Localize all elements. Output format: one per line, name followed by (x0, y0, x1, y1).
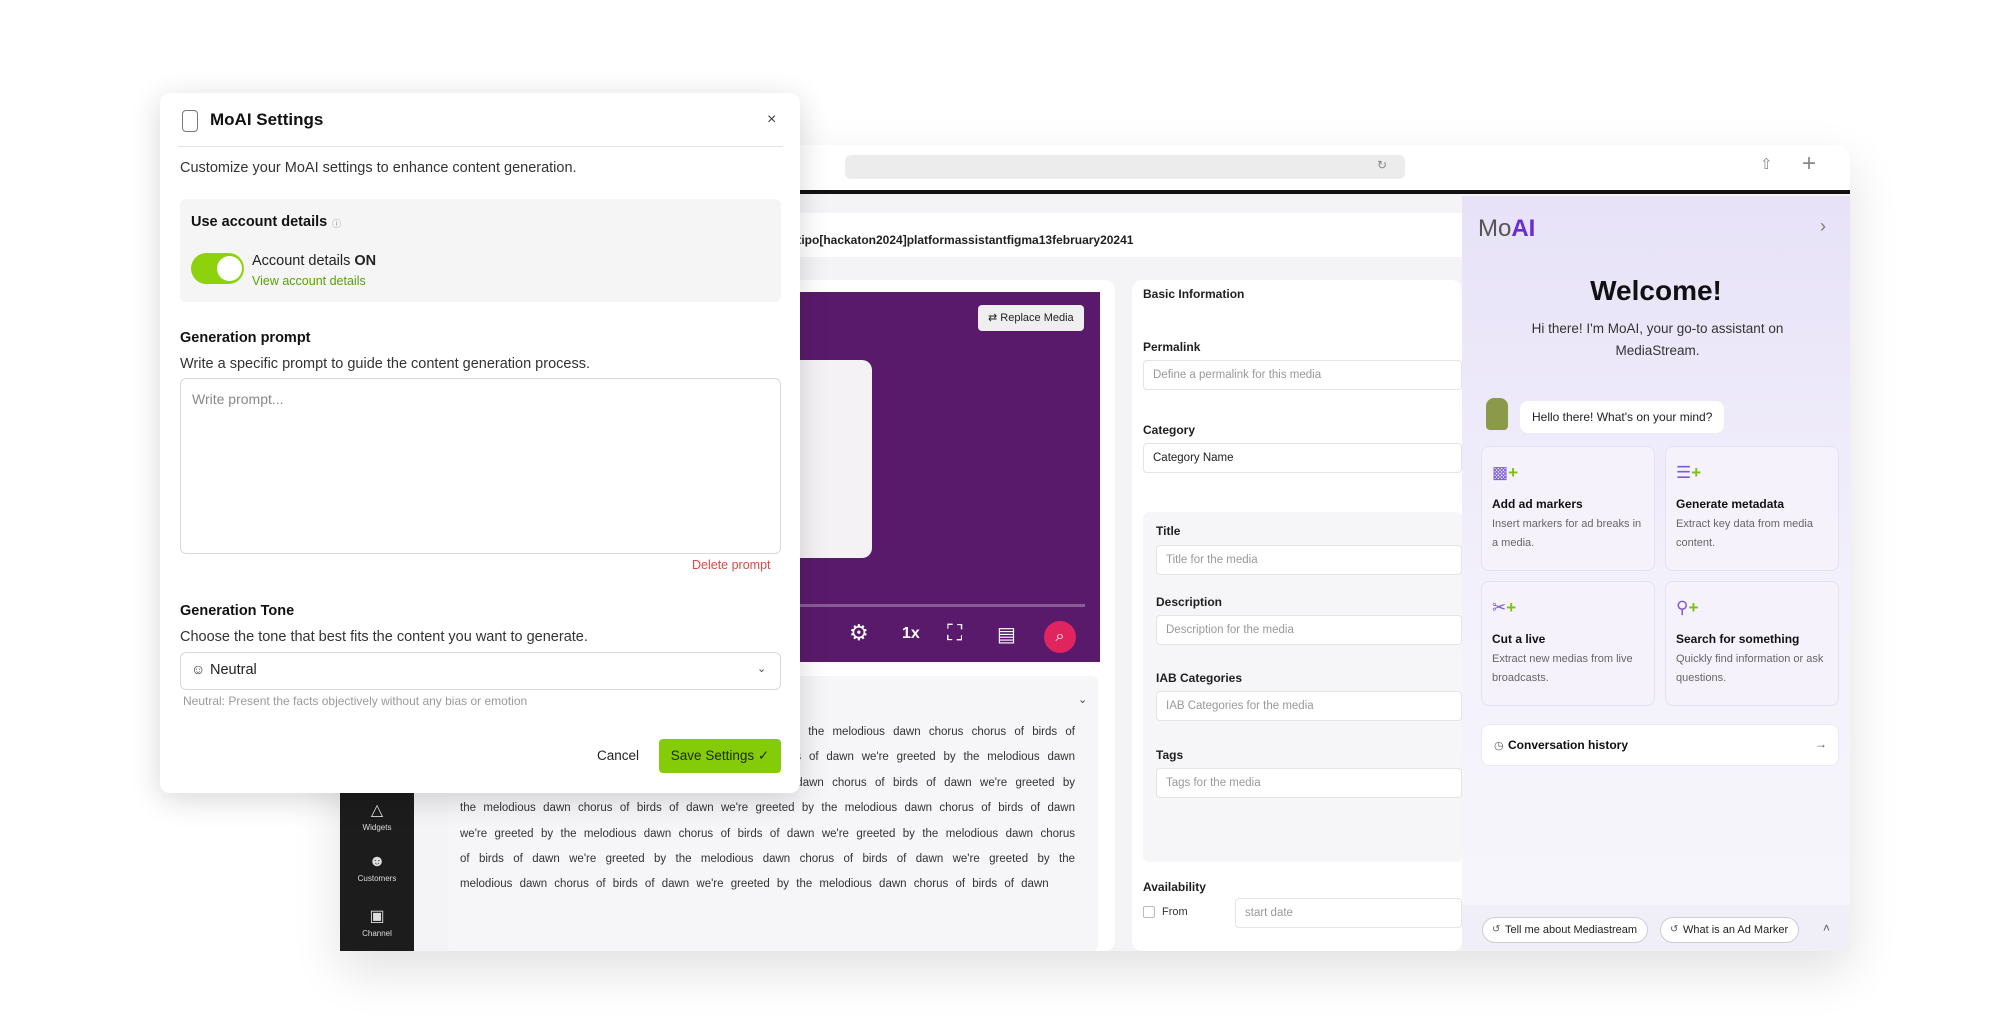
moai-logo: MoAI (1478, 215, 1536, 242)
category-label: Category (1143, 423, 1196, 437)
iab-label: IAB Categories (1156, 671, 1243, 685)
left-sidebar: △ Widgets ☻ Customers ▣ Channel (340, 770, 414, 951)
channel-icon: ▣ (369, 908, 385, 925)
toggle-knob (217, 256, 242, 281)
availability-label: Availability (1143, 880, 1206, 894)
description-input[interactable]: Description for the media (1156, 615, 1462, 645)
tone-hint: Neutral: Present the facts objectively w… (183, 694, 528, 708)
permalink-label: Permalink (1143, 340, 1201, 354)
welcome-subtitle: Hi there! I'm MoAI, your go-to assistant… (1531, 321, 1784, 358)
prompt-textarea[interactable] (180, 378, 781, 554)
chip-tell-me-about-mediastream[interactable]: ↺ Tell me about Mediastream (1482, 917, 1649, 943)
card-cut-a-live[interactable]: ✂+ Cut a live Extract new medias from li… (1481, 581, 1655, 706)
view-account-details-link[interactable]: View account details (252, 274, 366, 288)
fullscreen-icon[interactable]: ⛶ (947, 620, 962, 646)
tone-value: Neutral (210, 662, 257, 678)
scissors-icon: ✂+ (1492, 598, 1517, 617)
generation-prompt-heading: Generation prompt (180, 330, 311, 346)
neutral-face-icon: ☺ (191, 661, 206, 677)
card-add-ad-markers[interactable]: ▩+ Add ad markers Insert markers for ad … (1481, 446, 1655, 571)
tone-select[interactable] (180, 652, 781, 690)
modal-title: MoAI Settings (210, 110, 324, 129)
cancel-button[interactable]: Cancel (590, 739, 646, 773)
chevron-up-icon[interactable]: ˄ (1823, 921, 1830, 935)
settings-gear-icon[interactable]: ⚙ (849, 620, 869, 646)
chevron-down-icon: ⌄ (757, 663, 767, 675)
title-input[interactable]: Title for the media (1156, 545, 1462, 575)
iab-input[interactable]: IAB Categories for the media (1156, 691, 1462, 721)
checkmark-icon: ✓ (757, 748, 770, 763)
title-label: Title (1156, 524, 1181, 538)
share-icon[interactable]: ⇧ (1760, 155, 1773, 173)
generation-tone-heading: Generation Tone (180, 603, 295, 619)
moai-chat-bubble: Hello there! What's on your mind? (1520, 401, 1725, 433)
close-icon[interactable]: × (767, 111, 776, 129)
sidebar-item-label: Widgets (362, 823, 392, 832)
conversation-history-label: Conversation history (1508, 738, 1629, 752)
sidebar-item-label: Customers (357, 874, 397, 883)
generation-prompt-subtitle: Write a specific prompt to guide the con… (180, 356, 590, 372)
moai-bot-icon (182, 110, 198, 132)
description-label: Description (1156, 595, 1223, 609)
clock-icon: ◷ (1494, 740, 1504, 752)
sidebar-item-channel[interactable]: ▣ Channel (340, 906, 414, 938)
sidebar-item-customers[interactable]: ☻ Customers (340, 853, 414, 883)
delete-prompt-link[interactable]: Delete prompt (692, 558, 771, 572)
welcome-heading: Welcome! (1590, 275, 1722, 306)
moai-avatar (1486, 398, 1508, 430)
card-search[interactable]: ⚲+ Search for something Quickly find inf… (1665, 581, 1839, 706)
replace-media-button[interactable]: ⇄ Replace Media (978, 305, 1084, 331)
widgets-icon: △ (370, 802, 384, 819)
modal-divider (178, 146, 783, 147)
playback-speed-button[interactable]: 1x (902, 625, 920, 643)
search-icon: ⚲+ (1676, 598, 1699, 617)
customers-icon: ☻ (368, 853, 386, 870)
chip-what-is-an-ad-marker[interactable]: ↺ What is an Ad Marker (1660, 917, 1800, 943)
picture-in-picture-icon[interactable]: ▤ (997, 622, 1016, 647)
swap-icon: ⇄ (988, 312, 998, 324)
arrow-right-icon: → (1815, 737, 1827, 751)
sidebar-item-widgets[interactable]: △ Widgets (340, 800, 414, 832)
save-settings-button[interactable]: Save Settings ✓ (659, 739, 781, 773)
tags-input[interactable]: Tags for the media (1156, 768, 1462, 798)
category-select[interactable]: Category Name (1143, 443, 1462, 473)
ad-marker-icon: ▩+ (1492, 463, 1518, 482)
start-date-input[interactable]: start date (1235, 898, 1462, 928)
history-icon: ↺ (1670, 924, 1679, 935)
account-details-heading: Use account details (191, 214, 328, 230)
mute-icon[interactable]: ⌕ (1044, 621, 1076, 653)
generation-tone-subtitle: Choose the tone that best fits the conte… (180, 629, 588, 645)
basic-info-heading: Basic Information (1143, 287, 1245, 301)
plus-icon[interactable]: + (1802, 150, 1816, 178)
card-generate-metadata[interactable]: ☰+ Generate metadata Extract key data fr… (1665, 446, 1839, 571)
media-path-text: otipo[hackaton2024]platformassistantfigm… (790, 233, 1134, 247)
tags-label: Tags (1156, 748, 1184, 762)
chevron-right-icon[interactable]: › (1820, 216, 1826, 237)
reload-icon[interactable]: ↻ (1377, 158, 1387, 172)
list-add-icon: ☰+ (1676, 463, 1702, 482)
info-icon: ⓘ (332, 219, 342, 229)
chevron-down-icon[interactable]: ⌄ (1078, 693, 1087, 706)
from-label: From (1162, 906, 1188, 918)
from-checkbox[interactable] (1143, 906, 1155, 918)
url-bar[interactable] (845, 155, 1405, 179)
sidebar-item-label: Channel (362, 929, 392, 938)
history-icon: ↺ (1492, 924, 1501, 935)
moai-panel (1462, 196, 1850, 951)
permalink-input[interactable]: Define a permalink for this media (1143, 360, 1462, 390)
modal-subtitle: Customize your MoAI settings to enhance … (180, 160, 577, 176)
toggle-label: Account details ON (252, 253, 377, 269)
